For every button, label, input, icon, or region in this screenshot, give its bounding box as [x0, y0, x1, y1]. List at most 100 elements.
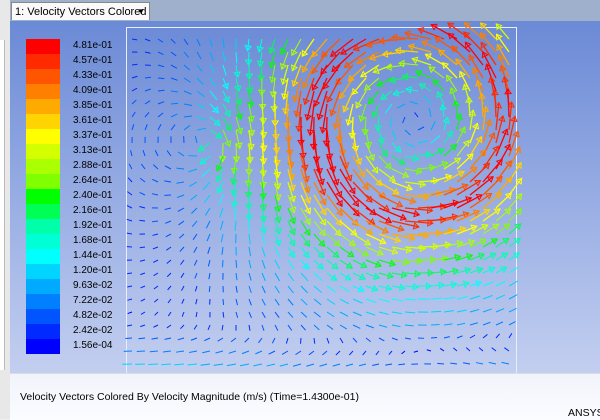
- velocity-vector: [229, 351, 236, 353]
- vector-arrowhead: [275, 228, 281, 234]
- velocity-vector: [193, 234, 197, 240]
- velocity-vector: [470, 335, 475, 338]
- velocity-vector: [340, 299, 349, 304]
- velocity-vector: [275, 260, 280, 269]
- velocity-vector: [189, 351, 197, 352]
- velocity-vector: [255, 351, 262, 354]
- velocity-vector: [483, 322, 490, 325]
- vector-arrowhead: [275, 240, 281, 246]
- velocity-vector: [392, 312, 402, 314]
- vector-arrowhead: [422, 41, 428, 46]
- velocity-vector: [158, 39, 163, 42]
- vector-arrowhead: [376, 262, 382, 268]
- velocity-vector: [138, 338, 145, 339]
- vector-arrowhead: [237, 114, 243, 119]
- velocity-vector: [327, 299, 335, 304]
- velocity-vector: [210, 39, 212, 47]
- velocity-vector: [161, 364, 171, 365]
- velocity-vector: [127, 233, 132, 234]
- vector-arrowhead: [514, 253, 520, 258]
- velocity-vector: [327, 221, 341, 236]
- velocity-vector: [258, 338, 262, 343]
- velocity-vector: [431, 311, 441, 312]
- velocity-vector: [495, 90, 496, 117]
- velocity-vector: [152, 234, 158, 235]
- dropdown-arrow-icon[interactable]: ▼: [137, 3, 145, 20]
- velocity-vector: [275, 273, 280, 281]
- velocity-vector: [171, 103, 178, 104]
- velocity-vector: [184, 78, 191, 82]
- velocity-vector: [132, 64, 138, 65]
- velocity-vector: [145, 112, 149, 117]
- velocity-vector: [431, 337, 437, 338]
- velocity-vector: [220, 208, 223, 217]
- velocity-vector: [165, 166, 171, 169]
- vector-arrowhead: [236, 100, 242, 105]
- velocity-vector: [223, 39, 224, 48]
- velocity-vector: [353, 312, 362, 316]
- velocity-vector: [167, 273, 171, 277]
- vector-arrowhead: [280, 49, 285, 55]
- vector-arrowhead: [216, 133, 222, 138]
- vector-arrowhead: [443, 118, 449, 123]
- velocity-vector: [502, 362, 509, 364]
- velocity-vector: [219, 195, 223, 205]
- velocity-vector: [320, 364, 327, 366]
- velocity-vector: [405, 312, 415, 313]
- velocity-vector: [463, 363, 470, 364]
- velocity-vector: [301, 273, 308, 281]
- velocity-vector: [389, 351, 392, 355]
- velocity-vector: [154, 286, 158, 289]
- vector-arrowhead: [438, 149, 444, 154]
- velocity-vector: [346, 364, 353, 366]
- velocity-vector: [379, 325, 387, 327]
- velocity-vector: [139, 207, 145, 208]
- velocity-vector: [132, 39, 137, 40]
- velocity-vector: [132, 76, 137, 78]
- velocity-vector: [140, 273, 145, 275]
- vector-arrowhead: [378, 250, 384, 256]
- vector-arrowhead: [292, 65, 297, 71]
- velocity-vector: [178, 152, 184, 156]
- side-panel-scroll[interactable]: [0, 40, 5, 370]
- velocity-vector: [171, 114, 177, 117]
- velocity-vector: [405, 338, 411, 339]
- velocity-vector: [151, 338, 158, 339]
- velocity-vector: [187, 364, 197, 365]
- velocity-vector: [444, 297, 455, 299]
- velocity-vector: [392, 37, 418, 39]
- velocity-vector: [195, 286, 197, 291]
- velocity-vector: [267, 364, 275, 366]
- velocity-vector: [353, 169, 368, 190]
- graphics-window[interactable]: 4.81e-014.57e-014.33e-014.09e-013.85e-01…: [10, 21, 600, 373]
- velocity-vector: [145, 101, 150, 104]
- velocity-vector: [414, 351, 418, 352]
- velocity-vector: [165, 338, 171, 339]
- velocity-vector: [340, 286, 350, 292]
- velocity-vector: [392, 325, 400, 327]
- vector-arrowhead: [477, 267, 483, 273]
- brand-text: ANSYS: [568, 407, 600, 419]
- velocity-vector: [177, 182, 184, 183]
- velocity-vector: [208, 247, 210, 254]
- vector-arrowhead: [380, 238, 386, 243]
- velocity-vector: [314, 299, 321, 305]
- velocity-vector: [139, 220, 145, 221]
- velocity-vector: [405, 130, 410, 135]
- velocity-vector: [140, 260, 145, 261]
- vector-arrowhead: [369, 155, 374, 161]
- velocity-vector: [392, 299, 403, 301]
- velocity-vector: [314, 312, 321, 317]
- velocity-vector: [140, 192, 145, 195]
- velocity-vector: [496, 281, 506, 286]
- graphics-window-selector[interactable]: 1: Velocity Vectors Colored B▼: [11, 2, 150, 20]
- velocity-vector: [483, 295, 493, 299]
- velocity-vector: [402, 351, 405, 354]
- velocity-vector: [141, 312, 145, 314]
- velocity-vector: [275, 325, 278, 331]
- velocity-vector: [262, 286, 265, 293]
- velocity-vector: [153, 165, 158, 169]
- velocity-vector: [288, 260, 294, 269]
- velocity-vector: [339, 117, 340, 142]
- velocity-vector: [236, 273, 237, 280]
